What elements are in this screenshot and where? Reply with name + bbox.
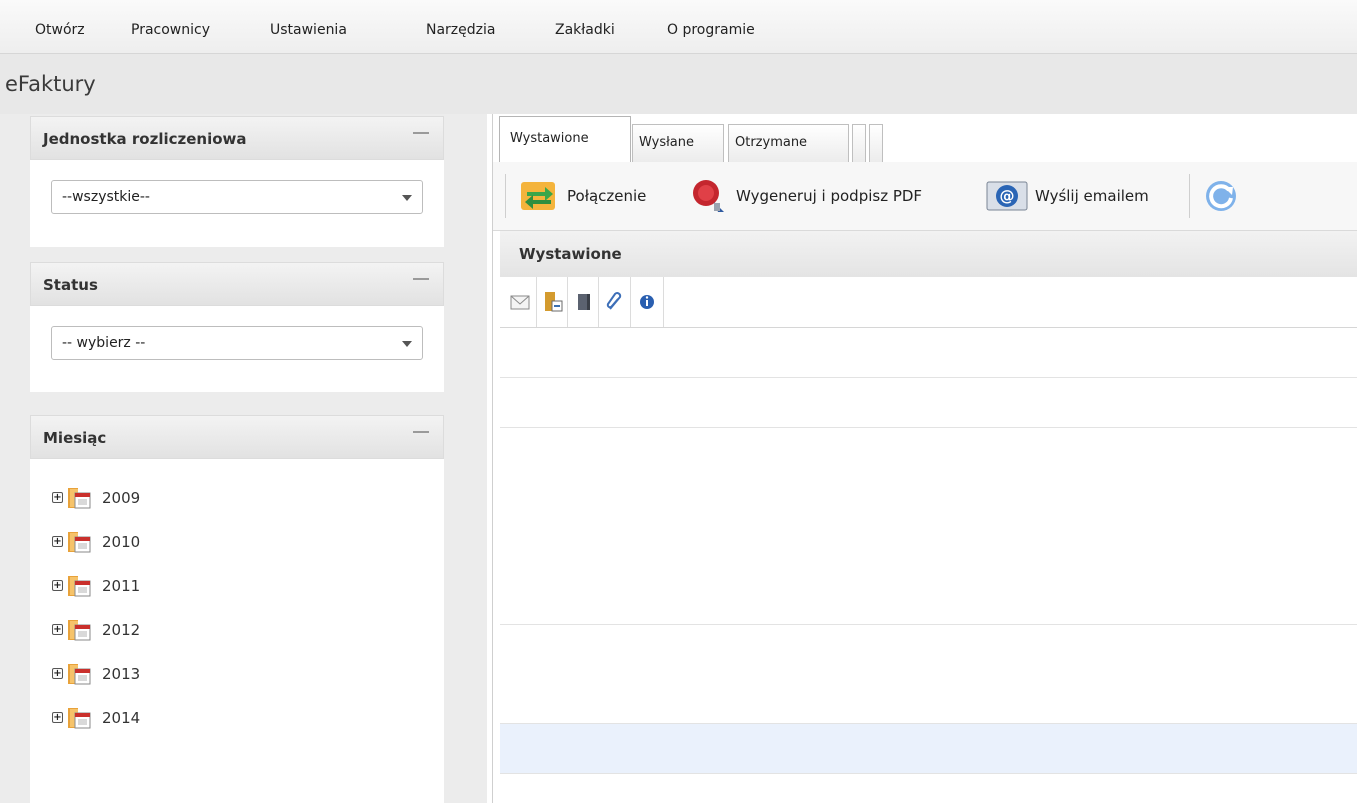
tree-node-label: 2012: [102, 621, 141, 639]
wax-seal-icon: [693, 180, 724, 212]
tree-node-label: 2010: [102, 533, 141, 551]
tree-node-label: 2009: [102, 489, 141, 507]
table-row[interactable]: [500, 428, 1357, 478]
status-panel-title: Status: [43, 276, 98, 294]
table-row[interactable]: [500, 674, 1357, 724]
calendar-folder-icon: [68, 576, 91, 597]
grid-header: Wystawione: [500, 231, 1357, 278]
book-export-icon[interactable]: [543, 291, 563, 313]
menu-item-ustawienia[interactable]: Ustawienia: [270, 22, 347, 38]
menu-item-pracownicy[interactable]: Pracownicy: [131, 22, 210, 38]
status-select-value: -- wybierz --: [62, 335, 146, 351]
sign-pdf-button[interactable]: Wygeneruj i podpisz PDF: [688, 178, 968, 214]
grid-icon-toolbar: [500, 277, 1357, 328]
send-email-button[interactable]: @ Wyślij emailem: [985, 178, 1175, 214]
collapse-icon[interactable]: [413, 132, 429, 138]
menu-bar: Otwórz Pracownicy Ustawienia Narzędzia Z…: [0, 0, 1357, 54]
send-email-label: Wyślij emailem: [1035, 187, 1149, 205]
toolbar-separator: [505, 174, 506, 218]
expand-icon[interactable]: +: [52, 712, 63, 723]
dropdown-arrow-icon: [402, 195, 412, 201]
title-band: eFaktury: [0, 54, 1357, 114]
expand-icon[interactable]: +: [52, 624, 63, 635]
connection-label: Połączenie: [567, 187, 647, 205]
dropdown-arrow-icon: [402, 341, 412, 347]
icon-separator: [567, 277, 568, 327]
tree-node-label: 2011: [102, 577, 141, 595]
unit-panel-title: Jednostka rozliczeniowa: [43, 130, 247, 148]
unit-panel-header: Jednostka rozliczeniowa: [30, 116, 444, 160]
icon-separator: [598, 277, 599, 327]
status-panel-body: -- wybierz --: [30, 306, 444, 392]
tab-empty[interactable]: [852, 124, 866, 162]
status-panel-header: Status: [30, 262, 444, 306]
menu-item-otworz[interactable]: Otwórz: [35, 22, 85, 38]
tab-wystawione[interactable]: Wystawione: [499, 116, 631, 163]
calendar-folder-icon: [68, 620, 91, 641]
menu-item-zakladki[interactable]: Zakładki: [555, 22, 615, 38]
tab-wyslane[interactable]: Wysłane: [632, 124, 724, 162]
icon-separator: [536, 277, 537, 327]
calendar-folder-icon: [68, 664, 91, 685]
tab-empty[interactable]: [869, 124, 883, 162]
toolbar: Połączenie Wygeneruj i podpisz PDF @ Wyś…: [493, 162, 1357, 231]
icon-separator: [663, 277, 664, 327]
calendar-folder-icon: [68, 708, 91, 729]
tab-label: Wysłane: [639, 135, 694, 150]
month-panel-header: Miesiąc: [30, 415, 444, 459]
calendar-folder-icon: [68, 532, 91, 553]
month-panel-body: + 2009 + 2010 + 2011 + 2012 + 2013 + 201…: [30, 459, 444, 803]
table-row[interactable]: [500, 575, 1357, 625]
unit-select-value: --wszystkie--: [62, 189, 150, 205]
book-icon[interactable]: [574, 291, 594, 313]
expand-icon[interactable]: +: [52, 580, 63, 591]
tab-label: Otrzymane: [735, 135, 808, 150]
table-row[interactable]: [500, 378, 1357, 428]
refresh-button[interactable]: [1203, 178, 1239, 214]
unit-select[interactable]: --wszystkie--: [51, 180, 423, 214]
collapse-icon[interactable]: [413, 431, 429, 437]
expand-icon[interactable]: +: [52, 668, 63, 679]
sign-pdf-label: Wygeneruj i podpisz PDF: [736, 187, 923, 205]
grid-title: Wystawione: [519, 245, 622, 263]
connection-button[interactable]: Połączenie: [519, 178, 669, 214]
info-icon[interactable]: [637, 291, 657, 313]
tab-strip: Wystawione Wysłane Otrzymane: [493, 114, 1357, 163]
table-row[interactable]: [500, 526, 1357, 576]
connection-arrows-icon: [521, 182, 555, 210]
refresh-icon: [1206, 181, 1236, 211]
toolbar-separator: [1189, 174, 1190, 218]
menu-item-narzedzia[interactable]: Narzędzia: [426, 22, 495, 38]
tab-label: Wystawione: [510, 131, 589, 146]
tab-otrzymane[interactable]: Otrzymane: [728, 124, 849, 162]
table-row[interactable]: [500, 477, 1357, 527]
envelope-icon[interactable]: [510, 291, 530, 313]
menu-item-o-programie[interactable]: O programie: [667, 22, 755, 38]
month-panel-title: Miesiąc: [43, 429, 107, 447]
table-row[interactable]: [500, 328, 1357, 378]
expand-icon[interactable]: +: [52, 536, 63, 547]
paperclip-icon[interactable]: [605, 291, 625, 313]
tree-node-label: 2013: [102, 665, 141, 683]
table-row[interactable]: [500, 625, 1357, 675]
table-row-selected[interactable]: [500, 724, 1357, 774]
email-at-icon: @: [986, 181, 1028, 211]
collapse-icon[interactable]: [413, 278, 429, 284]
calendar-folder-icon: [68, 488, 91, 509]
expand-icon[interactable]: +: [52, 492, 63, 503]
status-select[interactable]: -- wybierz --: [51, 326, 423, 360]
unit-panel-body: --wszystkie--: [30, 160, 444, 247]
svg-text:@: @: [1000, 187, 1015, 205]
icon-separator: [630, 277, 631, 327]
app-title: eFaktury: [5, 72, 96, 96]
tree-node-label: 2014: [102, 709, 141, 727]
